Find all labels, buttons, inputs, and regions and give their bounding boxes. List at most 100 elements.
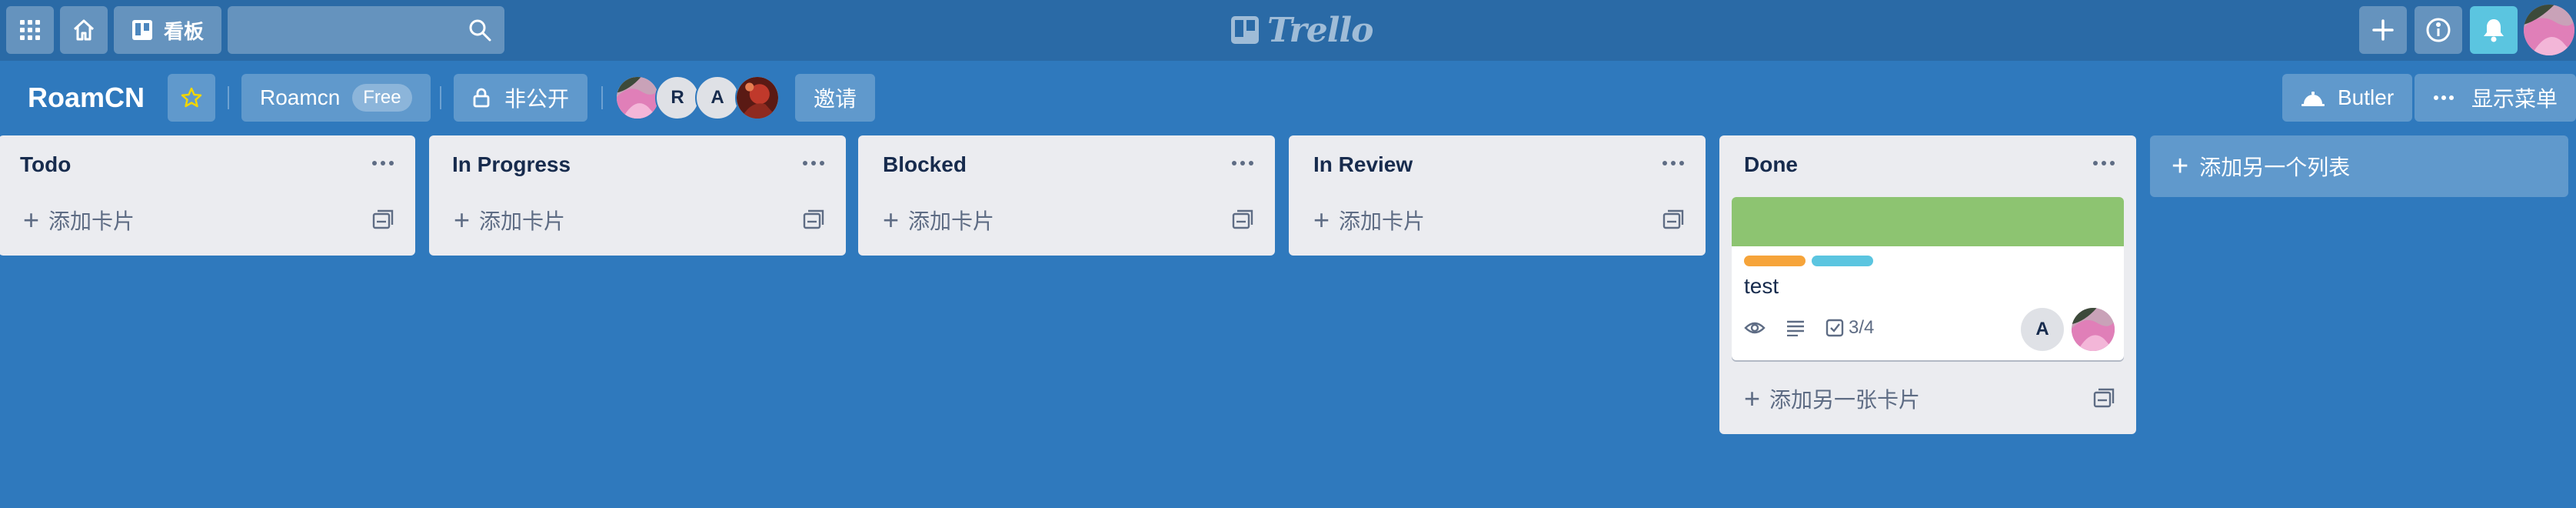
star-icon: [181, 87, 202, 108]
create-button[interactable]: [2359, 6, 2407, 54]
member-avatar[interactable]: A: [695, 75, 740, 120]
butler-button[interactable]: Butler: [2282, 74, 2413, 122]
grid-icon: [20, 20, 40, 40]
add-card-button[interactable]: + 添加卡片: [872, 199, 1210, 242]
list-done: Done test 3/4 A + 添加另一张卡片: [1719, 135, 2136, 434]
add-list-button[interactable]: + 添加另一个列表: [2150, 135, 2568, 197]
list-title[interactable]: In Review: [1313, 152, 1413, 177]
list-menu-icon[interactable]: [1658, 148, 1689, 179]
add-card-button[interactable]: + 添加卡片: [443, 199, 781, 242]
board-title[interactable]: RoamCN: [28, 82, 145, 114]
member-avatar[interactable]: R: [655, 75, 700, 120]
invite-button[interactable]: 邀请: [795, 74, 876, 122]
list-header: In Progress: [429, 135, 846, 197]
plus-icon: +: [2172, 150, 2189, 182]
add-card-button[interactable]: + 添加卡片: [1303, 199, 1641, 242]
plus-icon: +: [23, 204, 40, 236]
card-template-icon[interactable]: [1230, 208, 1255, 232]
list-title[interactable]: In Progress: [452, 152, 571, 177]
list-title[interactable]: Todo: [20, 152, 71, 177]
header-divider: [228, 86, 229, 109]
visibility-button[interactable]: 非公开: [454, 74, 588, 122]
search-box[interactable]: [228, 6, 504, 54]
member-photo: [737, 77, 778, 119]
list-menu-icon[interactable]: [368, 148, 398, 179]
plus-icon: +: [454, 204, 471, 236]
eye-icon: [1744, 322, 1766, 334]
plus-icon: +: [1744, 383, 1761, 414]
card-cover: [1732, 197, 2124, 246]
user-avatar-photo: [2524, 5, 2574, 55]
card-template-icon[interactable]: [1661, 208, 1686, 232]
list-todo: Todo + 添加卡片: [0, 135, 415, 256]
board-icon: [131, 20, 152, 40]
list-title[interactable]: Done: [1744, 152, 1798, 177]
card-member-avatar[interactable]: A: [2021, 308, 2064, 351]
butler-label: Butler: [2338, 85, 2395, 109]
notifications-button[interactable]: [2470, 6, 2518, 54]
trello-logo-icon: [1231, 16, 1259, 44]
card[interactable]: test 3/4 A: [1732, 197, 2124, 360]
apps-button[interactable]: [6, 6, 54, 54]
butler-bell-icon: [2301, 92, 2325, 106]
card-label-orange[interactable]: [1744, 256, 1806, 266]
list-in-progress: In Progress + 添加卡片: [429, 135, 846, 256]
lock-icon: [473, 88, 490, 108]
info-button[interactable]: [2415, 6, 2462, 54]
member-avatar[interactable]: [735, 75, 780, 120]
invite-label: 邀请: [814, 87, 857, 111]
header-divider: [601, 86, 603, 109]
list-in-review: In Review + 添加卡片: [1289, 135, 1706, 256]
star-button[interactable]: [168, 74, 215, 122]
list-title[interactable]: Blocked: [883, 152, 967, 177]
card-label-blue[interactable]: [1812, 256, 1873, 266]
member-photo: [617, 77, 658, 119]
logo-text: Trello: [1267, 10, 1373, 50]
checklist-icon: [1825, 319, 1844, 337]
team-name: Roamcn: [260, 85, 341, 109]
card-template-icon[interactable]: [371, 208, 395, 232]
list-menu-icon[interactable]: [1227, 148, 1258, 179]
header-divider: [440, 86, 441, 109]
plus-icon: +: [1313, 204, 1330, 236]
search-icon: [469, 19, 491, 42]
bell-icon: [2484, 19, 2504, 42]
checklist-badge: 3/4: [1825, 317, 1874, 339]
list-menu-icon[interactable]: [2088, 148, 2119, 179]
plus-icon: [2372, 19, 2394, 41]
user-avatar[interactable]: [2524, 5, 2574, 55]
add-card-label: 添加卡片: [908, 209, 995, 233]
list-header: In Review: [1289, 135, 1706, 197]
add-card-label: 添加卡片: [479, 209, 566, 233]
description-icon: [1787, 320, 1804, 336]
add-card-button[interactable]: + 添加另一张卡片: [1733, 377, 2072, 420]
card-member-avatar[interactable]: [2072, 308, 2115, 351]
list-menu-icon[interactable]: [798, 148, 829, 179]
add-list-label: 添加另一个列表: [2199, 155, 2351, 179]
add-card-button[interactable]: + 添加卡片: [12, 199, 351, 242]
show-menu-label: 显示菜单: [2471, 87, 2558, 111]
more-icon: [2434, 95, 2454, 100]
boards-button[interactable]: 看板: [114, 6, 221, 54]
home-icon: [73, 19, 95, 41]
info-icon: [2426, 18, 2451, 42]
plus-icon: +: [883, 204, 900, 236]
show-menu-button[interactable]: 显示菜单: [2415, 74, 2576, 122]
card-badges: 3/4: [1744, 317, 1874, 339]
visibility-label: 非公开: [504, 87, 570, 111]
plan-badge: Free: [352, 84, 412, 112]
card-template-icon[interactable]: [801, 208, 826, 232]
team-button[interactable]: Roamcn Free: [241, 74, 431, 122]
card-template-icon[interactable]: [2092, 386, 2116, 411]
card-member-photo: [2072, 308, 2115, 351]
member-initial: R: [671, 87, 684, 108]
home-button[interactable]: [60, 6, 108, 54]
search-input[interactable]: [228, 6, 504, 54]
top-header: 看板 Trello: [0, 0, 2576, 61]
card-title: test: [1744, 274, 1779, 298]
list-header: Done: [1719, 135, 2136, 197]
trello-logo[interactable]: Trello: [1230, 10, 1373, 50]
list-blocked: Blocked + 添加卡片: [858, 135, 1275, 256]
member-avatar[interactable]: [615, 75, 660, 120]
add-card-label: 添加卡片: [1339, 209, 1426, 233]
